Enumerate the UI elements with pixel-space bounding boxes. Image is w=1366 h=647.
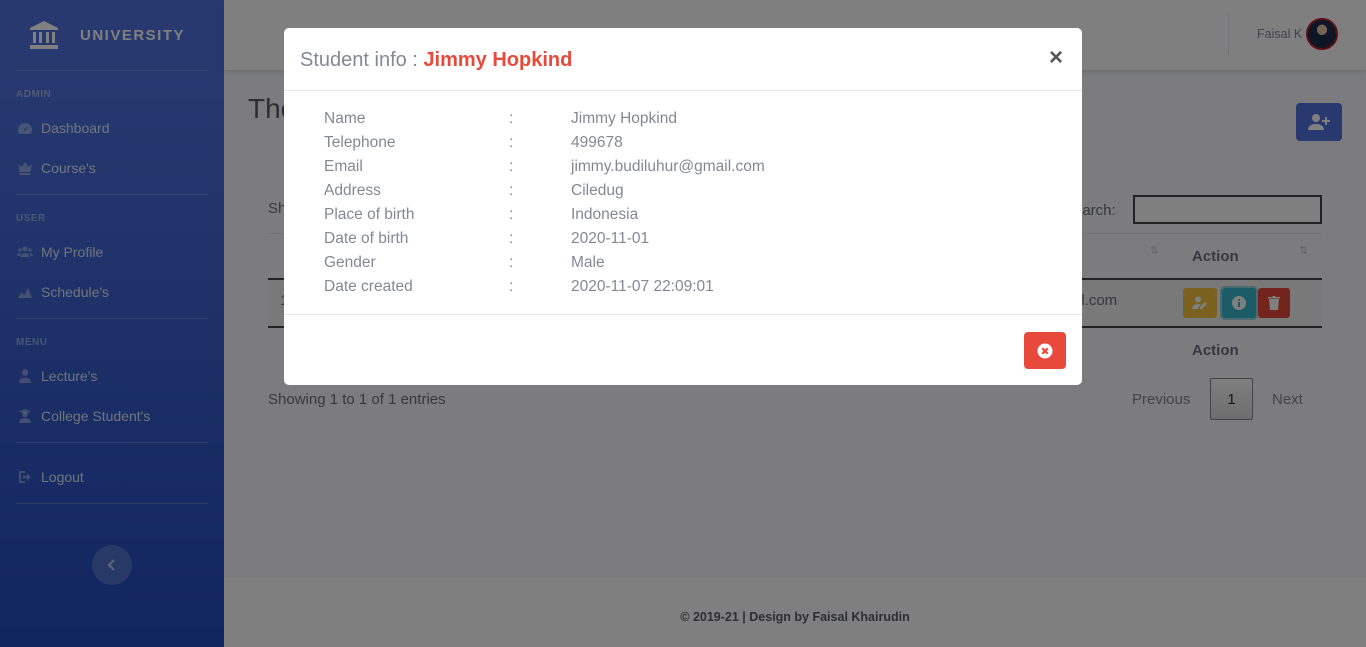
info-separator: : [509, 110, 514, 127]
info-row-gender: Gender : Male [284, 254, 1082, 278]
info-separator: : [509, 230, 514, 247]
info-separator: : [509, 278, 514, 295]
info-value: 2020-11-01 [571, 230, 650, 247]
info-row-address: Address : Ciledug [284, 182, 1082, 206]
info-label: Place of birth [324, 206, 415, 223]
info-label: Name [324, 110, 366, 127]
info-row-date-created: Date created : 2020-11-07 22:09:01 [284, 278, 1082, 302]
student-info-modal: Student info : Jimmy Hopkind × Name : Ji… [284, 28, 1082, 385]
info-separator: : [509, 134, 514, 151]
modal-title-name: Jimmy Hopkind [423, 49, 573, 71]
info-separator: : [509, 158, 514, 175]
times-circle-icon [1037, 343, 1053, 358]
info-row-name: Name : Jimmy Hopkind [284, 110, 1082, 134]
info-label: Address [324, 182, 381, 199]
info-label: Gender [324, 254, 376, 271]
info-separator: : [509, 254, 514, 271]
info-row-date-of-birth: Date of birth : 2020-11-01 [284, 230, 1082, 254]
info-label: Date created [324, 278, 413, 295]
info-row-place-of-birth: Place of birth : Indonesia [284, 206, 1082, 230]
info-value: 499678 [571, 134, 623, 151]
info-separator: : [509, 182, 514, 199]
info-separator: : [509, 206, 514, 223]
info-value: 2020-11-07 22:09:01 [571, 278, 714, 295]
info-value: Ciledug [571, 182, 624, 199]
modal-header: Student info : Jimmy Hopkind × [284, 28, 1082, 91]
info-value: Jimmy Hopkind [571, 110, 677, 127]
info-label: Telephone [324, 134, 396, 151]
info-value: Indonesia [571, 206, 639, 223]
info-row-telephone: Telephone : 499678 [284, 134, 1082, 158]
modal-title-prefix: Student info : [300, 49, 418, 71]
info-label: Email [324, 158, 363, 175]
modal-title: Student info : Jimmy Hopkind [300, 49, 572, 72]
modal-body: Name : Jimmy Hopkind Telephone : 499678 … [284, 91, 1082, 315]
info-value: jimmy.budiluhur@gmail.com [571, 158, 765, 175]
close-icon[interactable]: × [1049, 46, 1063, 70]
info-label: Date of birth [324, 230, 409, 247]
info-value: Male [571, 254, 605, 271]
info-row-email: Email : jimmy.budiluhur@gmail.com [284, 158, 1082, 182]
modal-close-button[interactable] [1024, 332, 1066, 369]
